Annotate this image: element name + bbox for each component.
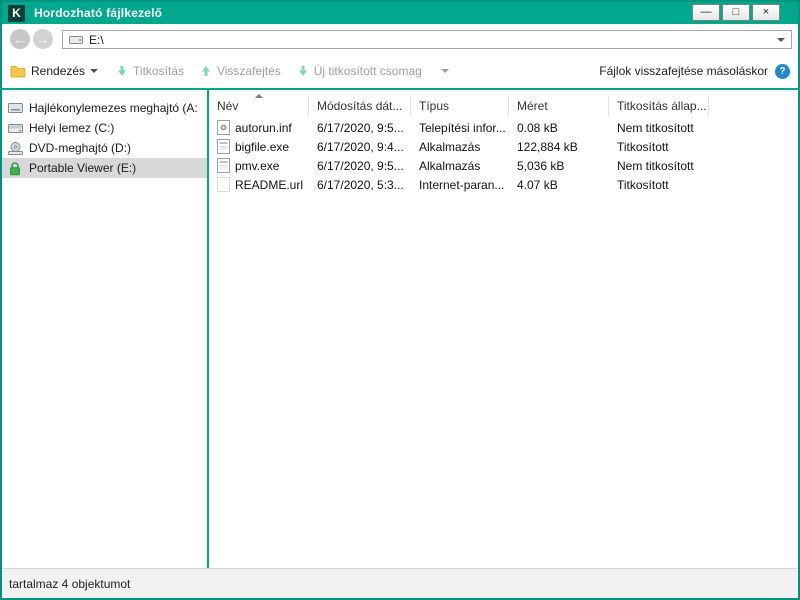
encrypt-button[interactable]: Titkosítás	[116, 64, 184, 78]
file-type: Telepítési infor...	[411, 121, 509, 135]
column-header-modified[interactable]: Módosítás dát...	[309, 96, 411, 116]
file-size: 4.07 kB	[509, 178, 609, 192]
status-bar: tartalmaz 4 objektumot	[2, 568, 798, 598]
url-file-icon	[217, 177, 230, 192]
table-row[interactable]: bigfile.exe 6/17/2020, 9:4... Alkalmazás…	[209, 137, 798, 156]
decrypt-button[interactable]: Visszafejtés	[200, 64, 281, 78]
hard-disk-icon	[7, 120, 23, 136]
column-header-filler	[709, 96, 798, 116]
sort-ascending-icon	[255, 94, 263, 98]
new-package-dropdown-icon[interactable]	[441, 69, 449, 73]
file-modified: 6/17/2020, 9:5...	[309, 121, 411, 135]
column-header-size[interactable]: Méret	[509, 96, 609, 116]
decrypt-label: Visszafejtés	[217, 64, 281, 78]
kaspersky-logo-icon: K	[8, 5, 25, 22]
decrypt-arrow-up-icon	[200, 65, 212, 77]
setup-information-file-icon	[217, 120, 230, 135]
close-button[interactable]: ×	[752, 4, 780, 21]
file-type: Alkalmazás	[411, 159, 509, 173]
sidebar-item-label: Hajlékonylemezes meghajtó (A:	[29, 101, 198, 115]
file-size: 122,884 kB	[509, 140, 609, 154]
application-file-icon	[217, 158, 230, 173]
file-modified: 6/17/2020, 9:4...	[309, 140, 411, 154]
file-encryption-status: Nem titkosított	[609, 159, 709, 173]
address-dropdown-icon[interactable]	[777, 38, 785, 42]
file-list-header: Név Módosítás dát... Típus Méret Titkosí…	[209, 94, 798, 118]
sidebar-item-label: Helyi lemez (C:)	[29, 121, 114, 135]
encrypt-label: Titkosítás	[133, 64, 184, 78]
file-size: 5,036 kB	[509, 159, 609, 173]
sidebar-item-local-disk-c[interactable]: Helyi lemez (C:)	[2, 118, 207, 138]
window-controls: — □ ×	[692, 4, 780, 21]
file-encryption-status: Titkosított	[609, 140, 709, 154]
organize-button[interactable]: Rendezés	[10, 64, 98, 78]
floppy-drive-icon	[7, 100, 23, 116]
minimize-button[interactable]: —	[692, 4, 720, 21]
column-header-encryption-status[interactable]: Titkosítás állap...	[609, 96, 709, 116]
file-name: pmv.exe	[235, 159, 279, 173]
encrypted-drive-lock-icon	[7, 160, 23, 176]
address-path: E:\	[89, 33, 104, 47]
sidebar-item-label: Portable Viewer (E:)	[29, 161, 136, 175]
table-row[interactable]: autorun.inf 6/17/2020, 9:5... Telepítési…	[209, 118, 798, 137]
file-type: Internet-paran...	[411, 178, 509, 192]
column-header-type[interactable]: Típus	[411, 96, 509, 116]
window-title: Hordozható fájlkezelő	[34, 6, 162, 20]
new-encrypted-package-button[interactable]: Új titkosított csomag	[297, 64, 422, 78]
forward-button[interactable]: →	[33, 29, 53, 49]
file-encryption-status: Titkosított	[609, 178, 709, 192]
drive-tree-sidebar: Hajlékonylemezes meghajtó (A: Helyi leme…	[2, 90, 207, 568]
titlebar[interactable]: K Hordozható fájlkezelő — □ ×	[2, 2, 798, 24]
file-type: Alkalmazás	[411, 140, 509, 154]
file-name: bigfile.exe	[235, 140, 289, 154]
sidebar-item-floppy-a[interactable]: Hajlékonylemezes meghajtó (A:	[2, 98, 207, 118]
sidebar-item-dvd-drive-d[interactable]: DVD-meghajtó (D:)	[2, 138, 207, 158]
decrypt-on-copy-label[interactable]: Fájlok visszafejtése másoláskor	[599, 64, 768, 78]
sidebar-item-portable-viewer-e[interactable]: Portable Viewer (E:)	[2, 158, 207, 178]
file-encryption-status: Nem titkosított	[609, 121, 709, 135]
back-button[interactable]: ←	[10, 29, 30, 49]
dvd-drive-icon	[7, 140, 23, 156]
file-size: 0.08 kB	[509, 121, 609, 135]
file-list-panel: Név Módosítás dát... Típus Méret Titkosí…	[209, 90, 798, 568]
sidebar-item-label: DVD-meghajtó (D:)	[29, 141, 131, 155]
file-modified: 6/17/2020, 5:3...	[309, 178, 411, 192]
package-arrow-down-icon	[297, 65, 309, 77]
file-name: README.url	[235, 178, 303, 192]
status-text: tartalmaz 4 objektumot	[9, 577, 130, 591]
table-row[interactable]: pmv.exe 6/17/2020, 9:5... Alkalmazás 5,0…	[209, 156, 798, 175]
toolbar: Rendezés Titkosítás Visszafejtés Új titk…	[2, 54, 798, 88]
portable-file-manager-window: K Hordozható fájlkezelő — □ × ← → E:\ Re…	[0, 0, 800, 600]
address-bar[interactable]: E:\	[62, 30, 792, 49]
file-name: autorun.inf	[235, 121, 292, 135]
organize-label: Rendezés	[31, 64, 85, 78]
table-row[interactable]: README.url 6/17/2020, 5:3... Internet-pa…	[209, 175, 798, 194]
maximize-button[interactable]: □	[722, 4, 750, 21]
application-file-icon	[217, 139, 230, 154]
organize-dropdown-icon	[90, 69, 98, 73]
file-modified: 6/17/2020, 9:5...	[309, 159, 411, 173]
drive-icon	[69, 34, 83, 45]
navigation-bar: ← → E:\	[2, 24, 798, 54]
help-icon[interactable]: ?	[775, 64, 790, 79]
encrypt-arrow-down-icon	[116, 65, 128, 77]
new-encrypted-package-label: Új titkosított csomag	[314, 64, 422, 78]
folder-icon	[10, 65, 26, 78]
column-header-name[interactable]: Név	[209, 96, 309, 116]
